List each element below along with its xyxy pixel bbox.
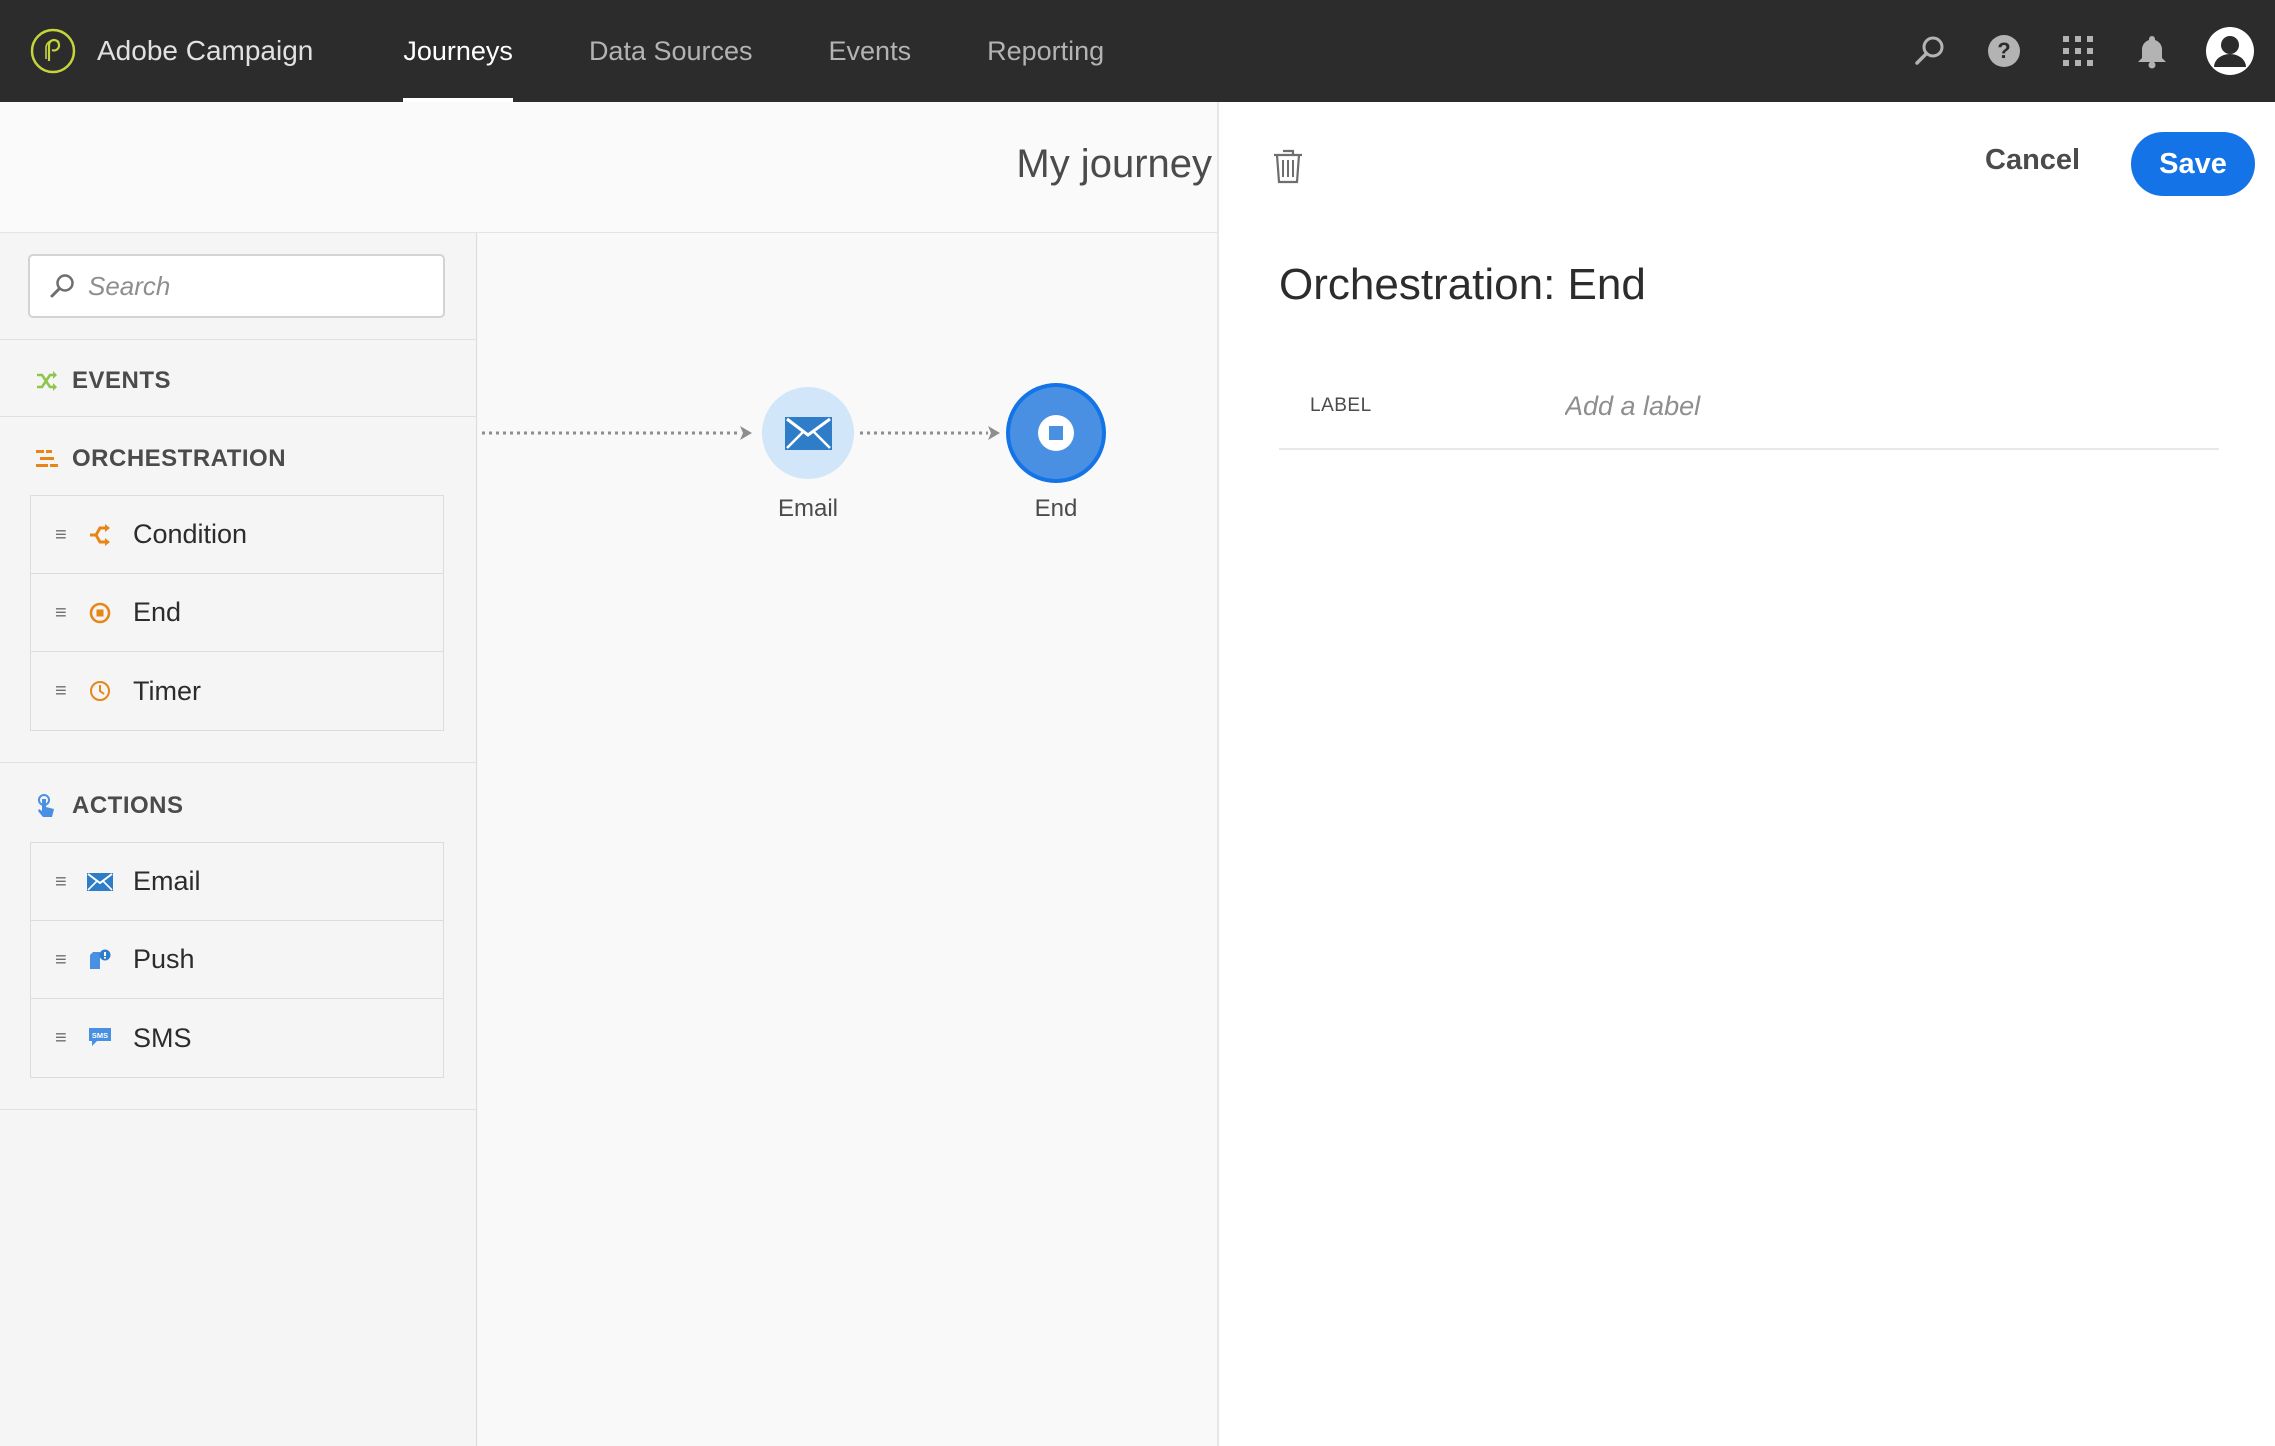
section-orchestration-title: ORCHESTRATION [72,445,287,472]
palette-search[interactable] [28,254,445,318]
section-events-title: EVENTS [72,367,172,394]
node-end-label: End [1034,495,1078,522]
orchestration-icon [36,448,58,470]
palette-item-label: End [133,597,182,627]
nav-icon-group: ? [1893,0,2267,102]
divider [0,339,477,340]
cancel-button[interactable]: Cancel [1985,144,2080,177]
palette-item-timer[interactable]: ≡ Timer [31,652,443,730]
activity-palette: EVENTS ORCHESTRATION ≡ Condition ≡ End ≡ [0,233,477,1446]
palette-item-label: SMS [133,1022,192,1053]
palette-item-push[interactable]: ≡ Push [31,921,443,999]
email-icon [87,869,113,895]
palette-item-sms[interactable]: ≡ SMS SMS [31,999,443,1077]
actions-items: ≡ Email ≡ Push ≡ SMS SMS [30,842,444,1078]
sms-icon: SMS [87,1025,113,1051]
palette-item-end[interactable]: ≡ End [31,574,443,652]
drag-handle-icon[interactable]: ≡ [55,1028,69,1048]
tab-journeys[interactable]: Journeys [403,0,513,102]
search-icon[interactable] [1893,14,1967,88]
stop-icon [1038,415,1074,451]
apps-grid-icon[interactable] [2041,14,2115,88]
tab-events[interactable]: Events [829,0,912,102]
palette-item-label: Push [133,944,195,974]
push-icon [87,947,113,973]
orchestration-items: ≡ Condition ≡ End ≡ Timer [30,495,444,731]
app-name: Adobe Campaign [97,35,314,66]
user-avatar-icon[interactable] [2193,14,2267,88]
divider [0,1109,477,1110]
top-nav-bar: Adobe Campaign Journeys Data Sources Eve… [0,0,2275,102]
condition-icon [87,522,113,548]
journey-canvas[interactable]: Email End [478,233,1217,1446]
main-nav-tabs: Journeys Data Sources Events Reporting [403,0,1180,102]
label-field-row: LABEL [1279,364,2219,450]
palette-item-email[interactable]: ≡ Email [31,843,443,921]
node-email-label: Email [777,495,838,522]
palette-item-label: Email [133,866,201,896]
palette-item-condition[interactable]: ≡ Condition [31,496,443,574]
touch-icon [36,794,58,817]
node-end[interactable] [1006,383,1106,483]
shuffle-icon [36,370,58,392]
section-events[interactable]: EVENTS [36,367,171,395]
connector-arrow [860,426,1000,440]
tab-data-sources[interactable]: Data Sources [589,0,753,102]
end-icon [87,600,113,626]
section-actions-title: ACTIONS [72,792,184,819]
activity-properties-panel: Cancel Save Orchestration: End LABEL [1217,102,2275,1446]
trash-icon[interactable] [1272,148,1308,188]
palette-item-label: Condition [133,519,248,549]
drag-handle-icon[interactable]: ≡ [55,872,69,892]
section-orchestration[interactable]: ORCHESTRATION [36,445,286,473]
notifications-bell-icon[interactable] [2115,14,2189,88]
drag-handle-icon[interactable]: ≡ [55,603,69,623]
svg-text:SMS: SMS [92,1031,108,1040]
panel-title: Orchestration: End [1279,260,1646,309]
journey-title[interactable]: My journey [1016,142,1212,187]
journey-graph [482,383,1106,483]
section-actions[interactable]: ACTIONS [36,792,184,820]
tab-reporting[interactable]: Reporting [987,0,1104,102]
divider [0,416,477,417]
label-field-caption: LABEL [1310,395,1372,416]
email-icon [785,417,832,450]
node-email[interactable] [762,387,854,479]
drag-handle-icon[interactable]: ≡ [55,525,69,545]
help-icon[interactable]: ? [1967,14,2041,88]
search-icon [50,274,74,298]
brand[interactable]: Adobe Campaign [29,27,313,75]
svg-text:?: ? [1997,38,2010,63]
connector-arrow [482,426,752,440]
drag-handle-icon[interactable]: ≡ [55,681,69,701]
search-input[interactable] [88,270,428,302]
timer-icon [87,678,113,704]
adobe-campaign-logo-icon [30,28,76,74]
divider [0,762,477,763]
palette-item-label: Timer [133,675,201,706]
label-input[interactable] [1565,390,2165,422]
drag-handle-icon[interactable]: ≡ [55,950,69,970]
journey-header: My journey [0,102,1217,233]
save-button[interactable]: Save [2131,132,2255,196]
